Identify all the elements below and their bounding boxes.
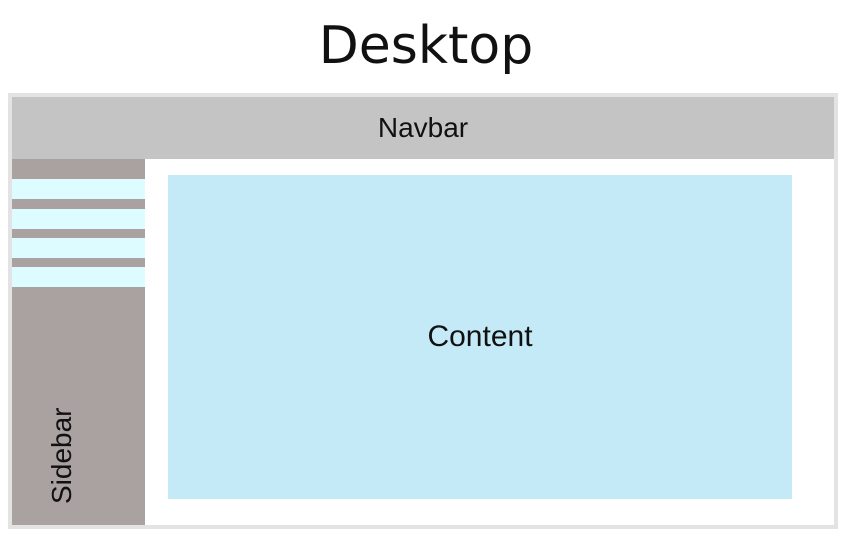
- layout-diagram: Desktop Navbar Sidebar Content: [0, 0, 852, 538]
- desktop-frame: Navbar Sidebar Content: [8, 93, 838, 529]
- sidebar-item: [12, 179, 145, 199]
- content-block: Content: [168, 175, 792, 499]
- sidebar-item: [12, 267, 145, 287]
- sidebar-item: [12, 238, 145, 258]
- diagram-title: Desktop: [318, 16, 534, 76]
- sidebar-label: Sidebar: [46, 407, 77, 504]
- content-label: Content: [427, 320, 533, 353]
- navbar-label: Navbar: [377, 112, 469, 143]
- navbar-block: Navbar: [12, 97, 834, 159]
- sidebar-item: [12, 209, 145, 229]
- sidebar-block: Sidebar: [12, 159, 145, 525]
